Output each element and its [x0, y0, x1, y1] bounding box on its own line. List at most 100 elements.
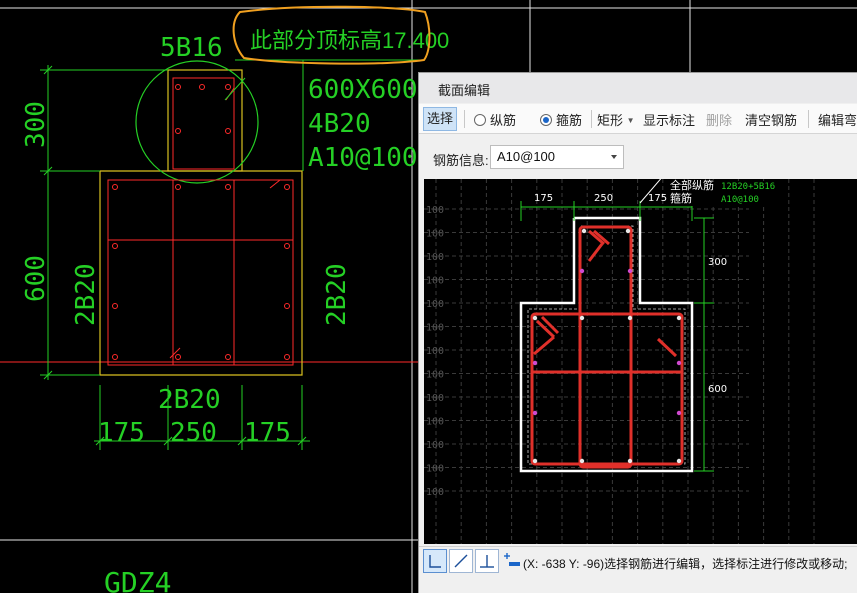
cad-bottom-bars: 2B20: [158, 385, 221, 415]
preview-rebar-dot: [625, 228, 631, 234]
status-bar: (X: -638 Y: -96)选择钢筋进行编辑，选择标注进行修改或移动;: [419, 546, 857, 576]
preview-stirrup: [530, 312, 684, 466]
show-dims-button[interactable]: 显示标注: [643, 110, 695, 129]
legend-all-long: 全部纵筋: [670, 180, 714, 192]
add-dimension-icon: [504, 553, 520, 566]
longitudinal-label: 纵筋: [490, 113, 517, 128]
preview-rebar-dot: [627, 315, 633, 321]
cad-dim-250: 250: [170, 418, 217, 448]
preview-hook: [587, 243, 604, 262]
preview-rebar-dots: [532, 228, 682, 464]
preview-dim-300: 300: [708, 257, 727, 268]
cad-dim-300: 300: [21, 101, 51, 148]
preview-rebar-dot: [532, 360, 538, 366]
legend-stirrup: 箍筋: [670, 193, 692, 205]
cad-hook: [269, 179, 281, 189]
rebar-dot: [112, 354, 118, 360]
edit-bent-button[interactable]: 编辑弯钩: [818, 110, 857, 129]
cad-side-bars-left: 2B20: [71, 263, 101, 326]
cad-dim-175-left: 175: [98, 418, 145, 448]
legend-stirrup-value: A10@100: [721, 195, 759, 205]
rebar-info-select[interactable]: A10@100: [490, 145, 624, 169]
cad-dim-175-right: 175: [244, 418, 291, 448]
rebar-dot: [112, 184, 118, 190]
rebar-info-value: A10@100: [497, 149, 556, 164]
preview-rebar-dot: [579, 268, 585, 274]
stirrup-label: 箍筋: [556, 113, 583, 128]
cad-stirrup: [172, 77, 235, 170]
preview-grid-label: 100: [426, 393, 444, 404]
cad-top-bars: 5B16: [160, 33, 223, 63]
cad-main-bars: 4B20: [308, 109, 371, 139]
preview-rebar-dot: [676, 315, 682, 321]
rebar-dot: [225, 128, 231, 134]
preview-grid-label: 100: [426, 229, 444, 240]
radio-icon: [474, 114, 486, 126]
delete-button[interactable]: 删除: [706, 110, 732, 129]
preview-rebar-dot: [579, 458, 585, 464]
longitudinal-radio[interactable]: 纵筋: [474, 110, 516, 129]
cad-dim-600: 600: [21, 255, 51, 302]
preview-grid-labels: 100 100 100 100 100 100 100 100 100 100 100 100 100: [426, 205, 444, 498]
snap-perpendicular-button[interactable]: [475, 549, 499, 573]
legend-all-long-value: 12B20+5B16: [721, 182, 776, 192]
select-button[interactable]: 选择: [423, 107, 457, 131]
snap-orthogonal-button[interactable]: [423, 549, 447, 573]
preview-grid-label: 100: [426, 323, 444, 334]
rebar-dot: [199, 84, 205, 90]
cad-rebar-dots: [112, 84, 290, 360]
cad-highlight-circle: [135, 60, 259, 184]
rebar-dot: [225, 354, 231, 360]
preview-hook: [535, 319, 556, 339]
cad-section-size: 600X600: [308, 75, 418, 105]
rebar-dot: [225, 184, 231, 190]
preview-rebar-dot: [579, 315, 585, 321]
toolbar-separator: [808, 110, 809, 128]
preview-rebar-dot: [532, 410, 538, 416]
preview-dim-175-left: 175: [534, 193, 553, 204]
rebar-dot: [284, 243, 290, 249]
preview-grid-label: 100: [426, 346, 444, 357]
preview-cover-line: [527, 225, 686, 465]
preview-grid-label: 100: [426, 205, 444, 216]
preview-grid-label: 100: [426, 370, 444, 381]
preview-rebar-dot: [581, 228, 587, 234]
preview-grid-label: 100: [426, 487, 444, 498]
rebar-dot: [112, 243, 118, 249]
clear-rebar-button[interactable]: 清空钢筋: [745, 110, 797, 129]
section-preview-svg[interactable]: 100 100 100 100 100 100 100 100 100 100 100 100 100: [424, 174, 857, 544]
shape-label: 矩形: [597, 113, 624, 128]
rebar-info-label: 钢筋信息:: [433, 153, 489, 168]
section-preview-canvas[interactable]: 100 100 100 100 100 100 100 100 100 100 100 100 100: [424, 174, 857, 544]
rebar-dot: [284, 354, 290, 360]
preview-rebar-dot: [627, 458, 633, 464]
shape-dropdown[interactable]: 矩形 ▼: [597, 110, 635, 129]
section-edit-dialog: 截面编辑 选择 纵筋 箍筋 矩形 ▼ 显示标注 删除 清空钢筋 编辑弯钩 钢筋信…: [418, 72, 857, 593]
preview-rebar-dot: [676, 458, 682, 464]
preview-grid-label: 100: [426, 252, 444, 263]
preview-stirrups: [530, 225, 684, 469]
rebar-dot: [284, 184, 290, 190]
preview-grid-label: 100: [426, 276, 444, 287]
rebar-dot: [175, 354, 181, 360]
cad-side-bars-right: 2B20: [322, 263, 352, 326]
orthogonal-icon: [429, 555, 441, 568]
rebar-dot: [175, 84, 181, 90]
preview-grid-label: 100: [426, 464, 444, 475]
preview-hook: [533, 335, 555, 356]
cad-elevation-note: 此部分顶标高17.400: [250, 28, 449, 53]
preview-dim-600: 600: [708, 384, 727, 395]
chevron-down-icon: [611, 155, 617, 159]
preview-rebar-dot: [532, 315, 538, 321]
snap-line-button[interactable]: [449, 549, 473, 573]
cad-stirrup: [107, 179, 294, 366]
chevron-down-icon: ▼: [626, 116, 635, 125]
stirrup-radio[interactable]: 箍筋: [540, 110, 582, 129]
add-dimension-button[interactable]: [501, 549, 525, 573]
radio-selected-icon: [540, 114, 552, 126]
preview-rebar-dot: [627, 268, 633, 274]
rebar-dot: [112, 303, 118, 309]
preview-hook: [656, 337, 678, 358]
preview-grid: [424, 179, 815, 544]
preview-grid-label: 100: [426, 299, 444, 310]
